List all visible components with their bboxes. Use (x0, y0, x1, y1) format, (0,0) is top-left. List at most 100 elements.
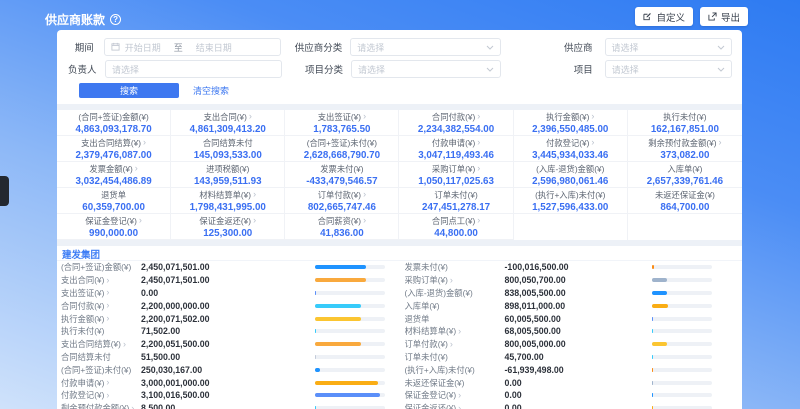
company-metric-row: 执行金额(¥)›2,200,071,502.00 (61, 312, 385, 325)
metric-card: 入库单(¥)2,657,339,761.46 (628, 162, 742, 188)
company-metric-row: 合同付款(¥)›2,200,000,000.00 (61, 299, 385, 312)
metric-card[interactable]: 订单付款(¥)›802,665,747.46 (285, 188, 399, 214)
metric-value: -433,479,546.57 (306, 176, 377, 187)
company-metric-label[interactable]: 付款登记(¥)› (61, 389, 141, 401)
company-metric-label[interactable]: 支出合同(¥)› (61, 274, 141, 286)
company-metric-value: 2,450,071,501.00 (141, 262, 315, 272)
metric-card[interactable]: 合同点工(¥)›44,800.00 (399, 214, 513, 240)
metric-card[interactable]: 合同薪资(¥)›41,836.00 (285, 214, 399, 240)
metric-label: 付款申请(¥)› (432, 137, 480, 149)
start-date-placeholder: 开始日期 (125, 41, 161, 54)
customize-button[interactable]: 自定义 (635, 7, 693, 26)
metric-card[interactable]: 保证金返还(¥)›125,300.00 (171, 214, 285, 240)
company-metric-label[interactable]: 付款申请(¥)› (61, 377, 141, 389)
supplier-select[interactable]: 请选择 (605, 38, 733, 56)
chevron-down-icon (486, 64, 494, 74)
supplier-label: 供应商 (549, 40, 593, 54)
metric-bar (315, 393, 385, 397)
company-metric-row: 支出合同结算(¥)›2,200,051,500.00 (61, 338, 385, 351)
metric-bar (652, 317, 712, 321)
metric-value: 145,093,533.00 (194, 150, 262, 161)
company-metric-label[interactable]: 保证金登记(¥)› (405, 389, 505, 401)
metric-bar (652, 368, 712, 372)
company-metric-label[interactable]: 剩余预付款金额(¥)› (61, 402, 141, 409)
project-select[interactable]: 请选择 (605, 60, 732, 78)
metric-value: 41,836.00 (320, 228, 364, 239)
metric-label: (执行+入库)未付(¥) (535, 189, 605, 201)
edit-icon (643, 12, 652, 21)
chevron-right-icon: › (477, 164, 480, 173)
company-name[interactable]: 建发集团 (62, 247, 100, 261)
metric-card[interactable]: 执行金额(¥)›2,396,550,485.00 (514, 110, 628, 136)
company-metric-label[interactable]: 执行金额(¥)› (61, 313, 141, 325)
metric-card[interactable]: 采购订单(¥)›1,050,117,025.63 (399, 162, 513, 188)
metric-card[interactable]: 付款申请(¥)›3,047,119,493.46 (399, 136, 513, 162)
metric-bar (652, 278, 712, 282)
metric-card: (合同+签证)未付(¥)2,628,668,790.70 (285, 136, 399, 162)
project-category-select[interactable]: 请选择 (351, 60, 501, 78)
chevron-right-icon: › (363, 112, 366, 121)
company-metric-row: 保证金登记(¥)›0.00 (405, 389, 713, 402)
help-icon[interactable]: ? (110, 14, 121, 25)
company-metric-value: -61,939,498.00 (505, 365, 653, 375)
company-metric-label[interactable]: 材料结算单(¥)› (405, 325, 505, 337)
metric-bar (652, 342, 712, 346)
company-metric-label: (合同+签证)未付(¥) (61, 364, 141, 376)
clear-search-link[interactable]: 清空搜索 (193, 84, 229, 97)
search-button[interactable]: 搜索 (79, 83, 179, 98)
company-metric-label: 入库单(¥) (405, 300, 505, 312)
company-metric-row: 未返还保证金(¥)0.00 (405, 376, 713, 389)
metric-card[interactable]: 支出合同(¥)›4,861,309,413.20 (171, 110, 285, 136)
metric-card[interactable]: 合同付款(¥)›2,234,382,554.00 (399, 110, 513, 136)
chevron-right-icon: › (719, 138, 722, 147)
date-range-input[interactable]: 开始日期 至 结束日期 (104, 38, 281, 56)
chevron-right-icon: › (106, 288, 109, 297)
company-metric-row: 支出签证(¥)›0.00 (61, 287, 385, 300)
company-metric-label[interactable]: 合同付款(¥)› (61, 300, 141, 312)
company-metric-label[interactable]: 保证金返还(¥)› (405, 402, 505, 409)
metric-label: 保证金返还(¥)› (199, 215, 256, 227)
company-metric-label: 订单未付(¥) (405, 351, 505, 363)
metric-card[interactable]: 付款登记(¥)›3,445,934,033.46 (514, 136, 628, 162)
company-metric-value: 0.00 (141, 288, 315, 298)
supplier-category-select[interactable]: 请选择 (350, 38, 500, 56)
company-metric-label[interactable]: 采购订单(¥)› (405, 274, 505, 286)
metric-label: 进项税额(¥) (206, 163, 249, 175)
metric-card[interactable]: 剩余预付款金额(¥)›373,082.00 (628, 136, 742, 162)
metric-card: 退货单60,359,700.00 (57, 188, 171, 214)
metric-card[interactable]: 材料结算单(¥)›1,798,431,995.00 (171, 188, 285, 214)
company-section: 建发集团 (合同+签证)金额(¥)2,450,071,501.00支出合同(¥)… (57, 246, 742, 409)
company-metric-label: 合同结算未付 (61, 351, 141, 363)
chevron-right-icon: › (131, 404, 134, 409)
metric-bar (652, 291, 712, 295)
export-button[interactable]: 导出 (700, 7, 748, 26)
metric-card[interactable]: 支出合同结算(¥)›2,379,476,087.00 (57, 136, 171, 162)
owner-select[interactable]: 请选择 (105, 60, 282, 78)
chevron-right-icon: › (135, 164, 138, 173)
metric-value: 60,359,700.00 (82, 202, 145, 213)
chevron-down-icon (486, 42, 494, 52)
company-metric-label[interactable]: 支出合同结算(¥)› (61, 338, 141, 350)
metric-value: 44,800.00 (434, 228, 478, 239)
company-metric-label[interactable]: 订单付款(¥)› (405, 338, 505, 350)
metric-card: (入库-退货)金额(¥)2,596,980,061.46 (514, 162, 628, 188)
company-metric-label: 退货单 (405, 313, 505, 325)
company-metric-row: 订单付款(¥)›800,005,000.00 (405, 338, 713, 351)
company-metric-label[interactable]: 支出签证(¥)› (61, 287, 141, 299)
drawer-handle[interactable] (0, 176, 9, 206)
company-metric-row: (入库-退货)金额(¥)838,005,500.00 (405, 287, 713, 300)
metric-value: 2,657,339,761.46 (647, 176, 723, 187)
metric-card[interactable]: 保证金登记(¥)›990,000.00 (57, 214, 171, 240)
metric-label: 未返还保证金(¥) (655, 189, 715, 201)
company-metric-row: 发票未付(¥)-100,016,500.00 (405, 261, 713, 274)
metric-card: 发票未付(¥)-433,479,546.57 (285, 162, 399, 188)
metric-bar (315, 265, 385, 269)
customize-label: 自定义 (656, 10, 685, 24)
company-metric-value: 2,200,000,000.00 (141, 301, 315, 311)
metric-card: 执行未付(¥)162,167,851.00 (628, 110, 742, 136)
export-icon (708, 12, 717, 21)
metric-card[interactable]: 发票金额(¥)›3,032,454,486.89 (57, 162, 171, 188)
owner-label: 负责人 (68, 62, 95, 76)
metric-card[interactable]: 支出签证(¥)›1,783,765.50 (285, 110, 399, 136)
metric-bar (652, 265, 712, 269)
